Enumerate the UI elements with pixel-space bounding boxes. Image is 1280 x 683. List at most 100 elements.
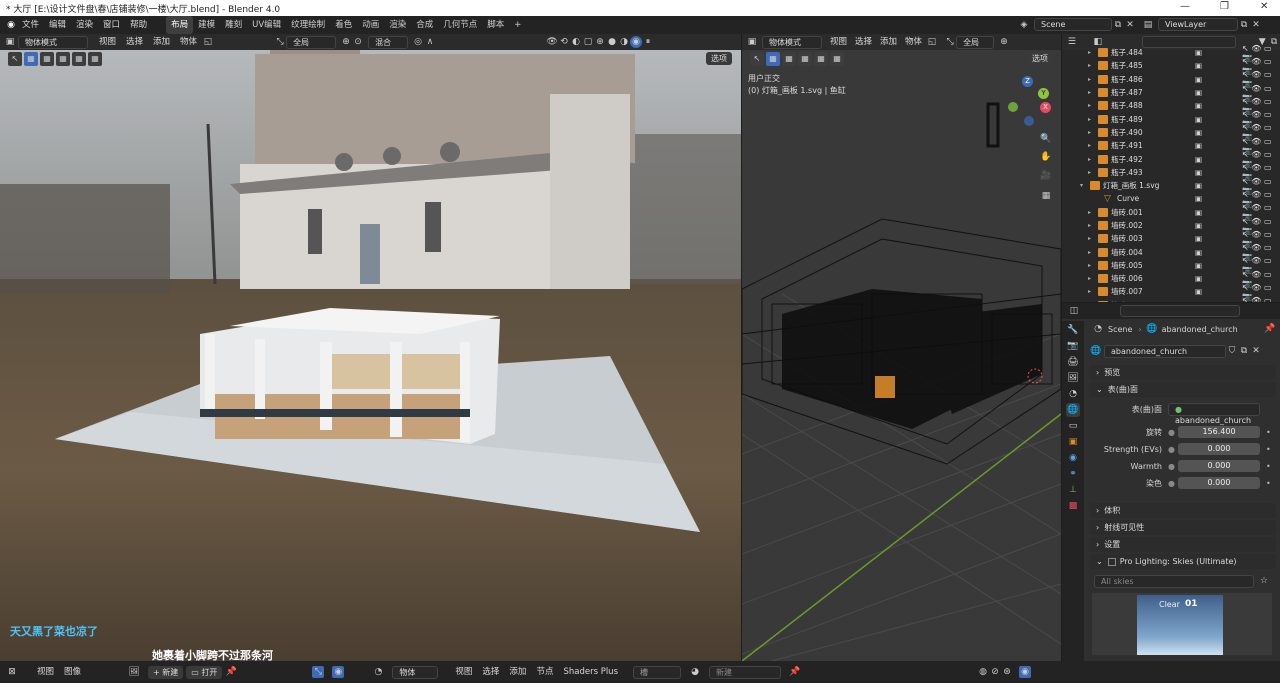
minimize-icon[interactable]: — (1180, 1, 1190, 12)
pan-hand-icon[interactable]: ✋ (1040, 151, 1052, 163)
shading-rendered-icon[interactable]: ◉ (630, 36, 643, 48)
restrict-icons[interactable]: ▣ (1195, 261, 1202, 270)
rotation-field[interactable]: 156.400 (1178, 426, 1260, 438)
shading-material-icon[interactable]: ◑ (618, 36, 630, 48)
image-browse-icon[interactable]: 🖼 (128, 666, 140, 678)
material-new-button[interactable]: 新建 (709, 665, 781, 679)
tool-tab-icon[interactable]: 🔧 (1066, 323, 1080, 337)
restrict-icons[interactable]: ▣ (1195, 287, 1202, 296)
section-preview[interactable]: › 预览 (1090, 365, 1276, 380)
texture-tab-icon[interactable]: ▩ (1066, 499, 1080, 513)
tab-sculpting[interactable]: 雕刻 (220, 16, 247, 34)
right-options-button[interactable]: 选项 (1027, 52, 1053, 65)
falloff-icon[interactable]: ∧ (424, 36, 436, 48)
restrict-icons[interactable]: ▣ (1195, 168, 1202, 177)
left-options-button[interactable]: 选项 (706, 52, 732, 65)
expand-arrow-icon[interactable]: ▾ (1080, 182, 1090, 189)
restrict-icons[interactable]: ▣ (1195, 181, 1202, 190)
select-box-icon[interactable]: ▦ (24, 52, 38, 66)
strength-field[interactable]: 0.000 (1178, 443, 1260, 455)
right-editor-type-icon[interactable]: ▣ (746, 36, 758, 48)
warmth-field[interactable]: 0.000 (1178, 460, 1260, 472)
expand-arrow-icon[interactable]: ▸ (1088, 169, 1098, 176)
expand-arrow-icon[interactable]: ▸ (1088, 156, 1098, 163)
tab-texture-paint[interactable]: 纹理绘制 (286, 16, 330, 34)
restrict-icons[interactable]: ▣ (1195, 194, 1202, 203)
section-pro-lighting[interactable]: ⌄ Pro Lighting: Skies (Ultimate) (1090, 554, 1276, 569)
right-menu-view[interactable]: 视图 (826, 34, 851, 50)
properties-editor-icon[interactable]: ◫ (1068, 305, 1080, 317)
snap-icon[interactable]: ⊙ (352, 36, 364, 48)
restrict-icons[interactable]: ▣ (1195, 155, 1202, 164)
select-intersect-icon[interactable]: ▦ (88, 52, 102, 66)
data-tab-icon[interactable]: ⊥ (1066, 483, 1080, 497)
outliner-row[interactable]: ▸墙砖.008▣↖ 👁 ▭ 📷 (1080, 296, 1280, 302)
physics-tab-icon[interactable]: ◉ (1066, 451, 1080, 465)
left-overlay-icon[interactable]: ◐ (570, 36, 582, 48)
restrict-icons[interactable]: ▣ (1195, 128, 1202, 137)
right-select-tool-icon[interactable]: ↖ (750, 52, 764, 66)
image-new-button[interactable]: + 新建 (148, 665, 184, 679)
scene-tab-icon[interactable]: ◔ (1066, 387, 1080, 401)
expand-arrow-icon[interactable]: ▸ (1088, 116, 1098, 123)
bottom-shading-icon[interactable]: ◉ (332, 666, 345, 678)
render-tab-icon[interactable]: 📷 (1066, 339, 1080, 353)
right-select-extend-icon[interactable]: ▦ (782, 52, 796, 66)
unlink-world-icon[interactable]: ✕ (1250, 345, 1262, 357)
expand-arrow-icon[interactable]: ▸ (1088, 288, 1098, 295)
xray-icon[interactable]: ▢ (582, 36, 594, 48)
shaders-plus-menu[interactable]: Shaders Plus (558, 663, 623, 681)
section-settings[interactable]: › 设置 (1090, 537, 1276, 552)
expand-arrow-icon[interactable]: ▸ (1088, 49, 1098, 56)
new-scene-icon[interactable]: ⧉ (1112, 19, 1124, 31)
right-select-invert-icon[interactable]: ▦ (814, 52, 828, 66)
expand-arrow-icon[interactable]: ▸ (1088, 102, 1098, 109)
expand-arrow-icon[interactable]: ▸ (1088, 62, 1098, 69)
restrict-icons[interactable]: ▣ (1195, 141, 1202, 150)
editor-type-icon[interactable]: ▣ (4, 36, 16, 48)
node-pin-icon[interactable]: 📌 (789, 666, 801, 678)
image-editor-icon[interactable]: ⊠ (6, 666, 18, 678)
left-transform-selector[interactable]: 全局 (286, 35, 337, 49)
outliner-editor-icon[interactable]: ☰ (1066, 36, 1078, 48)
pin-icon[interactable]: 📌 (1264, 323, 1276, 335)
restrict-icons[interactable]: ▣ (1195, 88, 1202, 97)
expand-arrow-icon[interactable]: ▸ (1088, 142, 1098, 149)
restrict-icons[interactable]: ▣ (1195, 221, 1202, 230)
section-surface[interactable]: ⌄ 表(曲)面 (1090, 382, 1276, 397)
restrict-icons[interactable]: ▣ (1195, 301, 1202, 302)
visibility-icons[interactable]: ↖ 👁 ▭ 📷 (1242, 296, 1280, 302)
left-menu-object[interactable]: 物体 (175, 34, 202, 50)
right-select-box-icon[interactable]: ▦ (766, 52, 780, 66)
restrict-icons[interactable]: ▣ (1195, 101, 1202, 110)
delete-scene-icon[interactable]: ✕ (1124, 19, 1136, 31)
bottom-snap2-icon[interactable]: ⊘ (989, 666, 1001, 678)
render-viewport[interactable]: ▣ 物体模式 视图 选择 添加 物体 ◱ ⤡ 全局 ⊕ ⊙ 混合 ◎ ∧ 👁 ⟲… (0, 34, 741, 661)
navigation-gizmo[interactable]: Z Y X (1000, 74, 1056, 130)
world-name-field[interactable]: abandoned_church (1104, 344, 1226, 358)
expand-arrow-icon[interactable]: ▸ (1088, 76, 1098, 83)
expand-arrow-icon[interactable]: ▸ (1088, 249, 1098, 256)
expand-arrow-icon[interactable]: ▸ (1088, 89, 1098, 96)
select-extend-icon[interactable]: ▦ (40, 52, 54, 66)
section-volume[interactable]: › 体积 (1090, 503, 1276, 518)
bottom-snap-icon[interactable]: ⤡ (312, 666, 325, 678)
right-pivot-icon[interactable]: ⊕ (998, 36, 1010, 48)
restrict-icons[interactable]: ▣ (1195, 234, 1202, 243)
fake-user-icon[interactable]: ⛉ (1226, 345, 1238, 357)
skies-filter-dropdown[interactable]: All skies (1094, 574, 1254, 588)
left-gizmo-icon[interactable]: ⟲ (558, 36, 570, 48)
select-tool-icon[interactable]: ↖ (8, 52, 22, 66)
tint-field[interactable]: 0.000 (1178, 477, 1260, 489)
tab-shading[interactable]: 着色 (330, 16, 357, 34)
left-visibility-icon[interactable]: 👁 (546, 36, 558, 48)
gizmo-x-axis[interactable]: X (1040, 102, 1051, 113)
restrict-icons[interactable]: ▣ (1195, 274, 1202, 283)
menu-file[interactable]: 文件 (17, 16, 44, 34)
tab-animation[interactable]: 动画 (357, 16, 384, 34)
expand-arrow-icon[interactable]: ▸ (1088, 129, 1098, 136)
expand-arrow-icon[interactable]: ▸ (1088, 222, 1098, 229)
menu-help[interactable]: 帮助 (125, 16, 152, 34)
shading-solid-icon[interactable]: ● (606, 36, 618, 48)
pause-render-icon[interactable]: ⏸ (642, 36, 654, 48)
